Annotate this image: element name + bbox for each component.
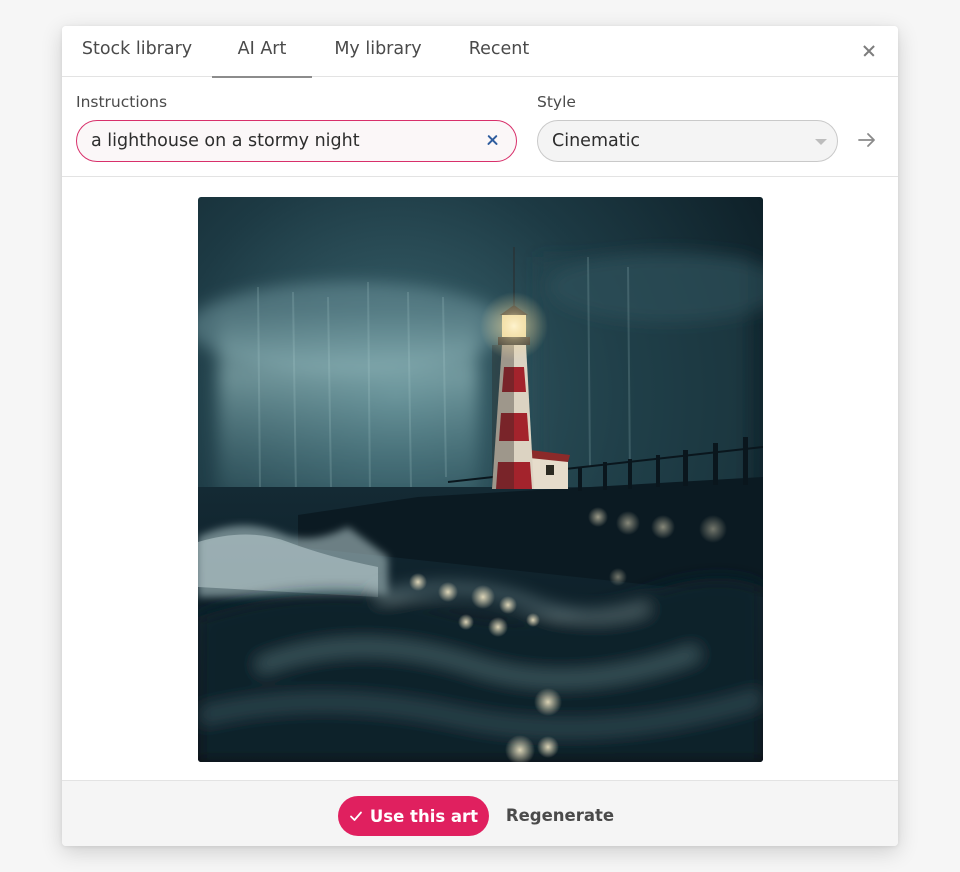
arrow-right-icon[interactable] — [854, 127, 880, 153]
use-this-art-button[interactable]: Use this art — [338, 796, 489, 836]
prompt-form: Instructions Style Cinematic — [62, 77, 898, 177]
ai-art-dialog: Stock library AI Art My library Recent I… — [62, 26, 898, 846]
chevron-down-icon — [815, 139, 827, 145]
clear-icon[interactable] — [484, 131, 502, 149]
tab-stock-library[interactable]: Stock library — [62, 26, 212, 77]
tab-bar: Stock library AI Art My library Recent — [62, 26, 898, 78]
tab-recent[interactable]: Recent — [454, 26, 544, 77]
tab-my-library[interactable]: My library — [322, 26, 434, 77]
style-select[interactable]: Cinematic — [537, 120, 838, 162]
close-icon[interactable] — [854, 36, 884, 66]
dialog-footer: Use this art Regenerate — [62, 780, 898, 846]
instructions-input[interactable] — [91, 121, 471, 160]
style-label: Style — [537, 93, 576, 111]
instructions-field — [76, 120, 517, 162]
tab-ai-art[interactable]: AI Art — [212, 26, 312, 78]
style-selected-value: Cinematic — [552, 131, 641, 151]
instructions-label: Instructions — [76, 93, 168, 111]
use-this-art-label: Use this art — [369, 806, 479, 826]
generated-art-image — [198, 197, 763, 762]
regenerate-button[interactable]: Regenerate — [504, 796, 616, 836]
check-icon — [350, 811, 362, 821]
